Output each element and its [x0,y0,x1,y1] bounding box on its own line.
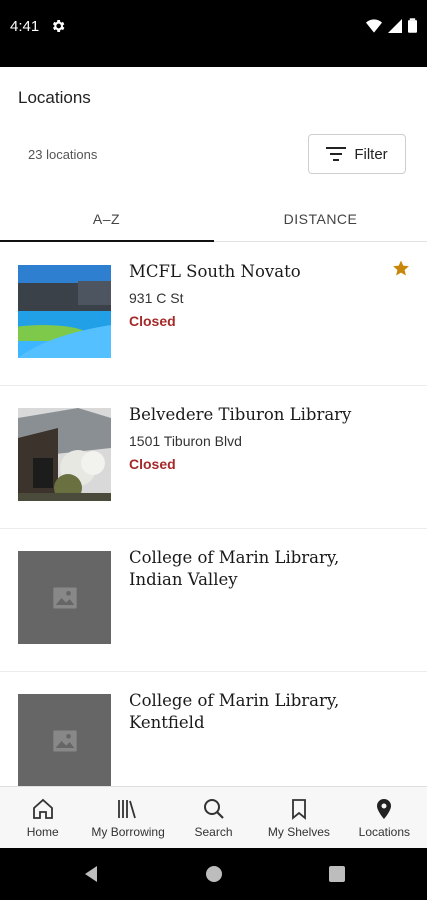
nav-my-borrowing[interactable]: My Borrowing [85,787,170,848]
nav-home[interactable]: Home [0,787,85,848]
status-bar: 4:41 [0,0,427,67]
status-icons [366,18,417,33]
home-circle-icon[interactable] [205,865,223,883]
nav-search-label: Search [194,824,233,839]
location-pin-icon [377,798,392,819]
search-icon [203,798,224,819]
page-title: Locations [18,88,91,107]
bookmark-icon [292,798,306,820]
tab-selected-indicator [0,240,214,242]
nav-my-borrowing-label: My Borrowing [91,824,165,839]
recent-apps-icon[interactable] [328,865,346,883]
location-status: Closed [129,456,176,472]
tab-a-z[interactable]: A–Z [0,196,213,242]
filter-label: Filter [354,145,388,163]
location-photo-placeholder [18,551,111,644]
nav-search[interactable]: Search [171,787,256,848]
location-list[interactable]: MCFL South Novato 931 C St Closed Belved… [0,243,427,786]
status-time: 4:41 [10,18,40,35]
location-item[interactable]: College of Marin Library, Indian Valley [0,529,427,672]
location-name: College of Marin Library, Kentfield [129,691,340,732]
battery-icon [408,18,417,33]
nav-locations[interactable]: Locations [342,787,427,848]
cell-signal-icon [388,18,402,33]
location-address: 1501 Tiburon Blvd [129,433,242,449]
filter-icon [326,147,347,161]
sort-tabs: A–Z DISTANCE [0,196,427,242]
location-name: Belvedere Tiburon Library [129,405,352,424]
home-icon [32,798,53,819]
location-status: Closed [129,313,176,329]
tab-distance[interactable]: DISTANCE [214,196,427,242]
location-photo [18,408,111,501]
nav-my-shelves[interactable]: My Shelves [256,787,341,848]
wifi-icon [366,18,382,33]
location-name: MCFL South Novato [129,262,301,281]
location-name: College of Marin Library, Indian Valley [129,548,340,589]
image-placeholder-icon [52,730,77,751]
location-photo [18,265,111,358]
nav-locations-label: Locations [358,824,411,839]
books-icon [118,799,136,818]
location-count: 23 locations [28,147,98,162]
location-address: 931 C St [129,290,184,306]
nav-my-shelves-label: My Shelves [267,824,330,839]
nav-home-label: Home [26,824,59,839]
filter-button[interactable]: Filter [308,134,406,174]
bottom-navigation: Home My Borrowing Search My Shelves Loca… [0,786,427,848]
location-item[interactable]: MCFL South Novato 931 C St Closed [0,243,427,386]
back-icon[interactable] [82,865,100,883]
system-navigation-bar [0,848,427,900]
location-item[interactable]: College of Marin Library, Kentfield [0,672,427,786]
image-placeholder-icon [52,587,77,608]
location-item[interactable]: Belvedere Tiburon Library 1501 Tiburon B… [0,386,427,529]
location-photo-placeholder [18,694,111,786]
favorite-star-icon[interactable] [392,259,410,277]
settings-gear-icon [52,20,65,32]
